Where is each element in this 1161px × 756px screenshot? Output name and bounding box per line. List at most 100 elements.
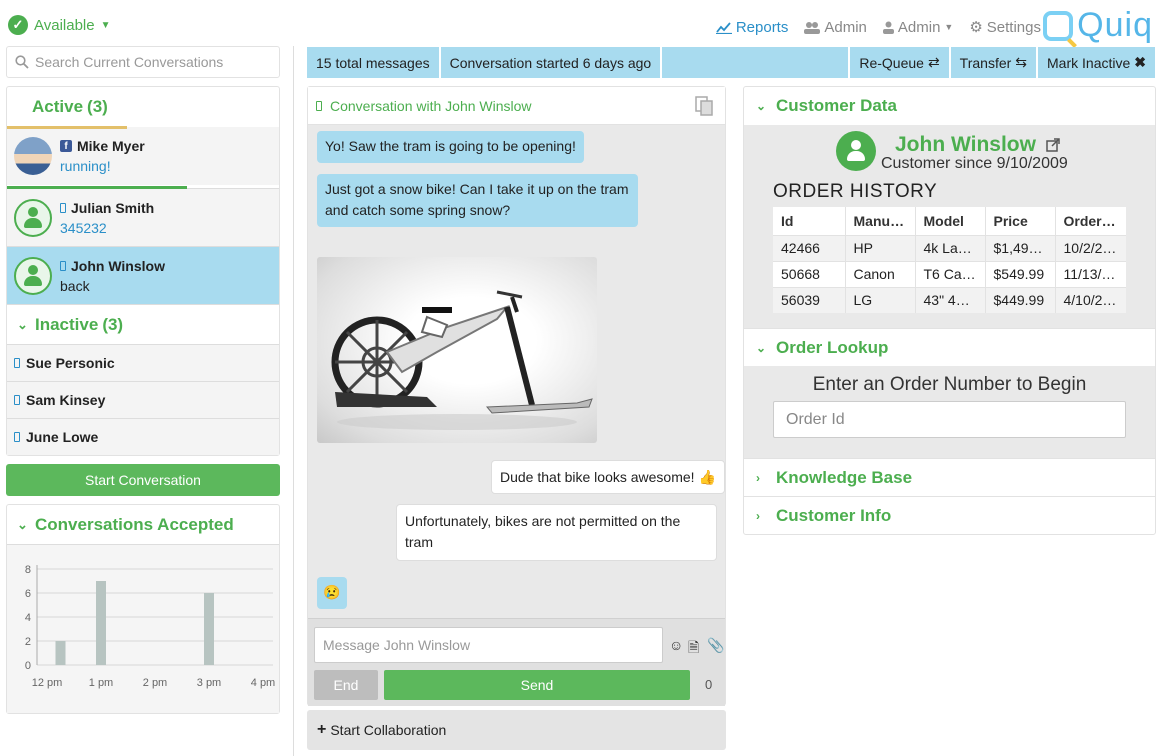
active-title: Active (32, 97, 84, 116)
x-tick-label: 2 pm (143, 677, 167, 689)
message-outgoing: Unfortunately, bikes are not permitted o… (396, 504, 717, 561)
table-cell: HP (845, 234, 916, 261)
transfer-button[interactable]: Transfer ⇆ (950, 47, 1037, 78)
availability-label: Available (34, 16, 95, 34)
conversation-header: Conversation with John Winslow (308, 87, 725, 125)
customer-name-link[interactable]: John Winslow (895, 133, 1060, 157)
plus-icon: + (317, 721, 327, 738)
active-section-header[interactable]: Active (3) (7, 87, 279, 127)
conversation-item-julian-smith[interactable]: Julian Smith 345232 (7, 186, 279, 246)
x-tick-label: 3 pm (197, 677, 221, 689)
chevron-down-icon: ⌄ (17, 316, 28, 332)
table-row[interactable]: 56039 LG 43" 4k … $449.99 4/10/2… (773, 286, 1126, 313)
nav-admin-user[interactable]: Admin ▼ (882, 19, 953, 36)
order-lookup-label: Enter an Order Number to Begin (812, 374, 1087, 395)
nav-settings[interactable]: ⚙ Settings (969, 18, 1041, 37)
chevron-right-icon: › (756, 508, 760, 523)
retweet-icon: ⇄ (927, 54, 940, 70)
bike-image[interactable] (317, 257, 597, 443)
inactive-item[interactable]: Sam Kinsey (7, 381, 279, 418)
chart-bar (96, 581, 106, 665)
mark-inactive-button[interactable]: Mark Inactive ✖ (1038, 47, 1155, 78)
conversation-preview: 345232 (60, 219, 107, 236)
bar-chart: 0 2 4 6 8 12 pm 1 pm 2 pm 3 pm 4 pm (25, 564, 275, 689)
chevron-right-icon: › (756, 470, 760, 485)
mobile-icon (60, 202, 66, 213)
nav-admin-label: Admin (824, 18, 867, 36)
y-tick-label: 6 (25, 588, 31, 600)
emoji-icon[interactable]: ☺ (669, 637, 683, 653)
message-input[interactable] (314, 627, 663, 663)
table-row[interactable]: 50668 Canon T6 Ca… $549.99 11/13/… (773, 260, 1126, 287)
caret-down-icon: ▼ (100, 19, 111, 31)
close-icon: ✖ (1134, 54, 1146, 70)
column-divider (293, 46, 294, 756)
customer-info-title: Customer Info (776, 505, 892, 525)
column-header[interactable]: Price (985, 207, 1056, 235)
chart-section-header[interactable]: ⌄ Conversations Accepted (7, 505, 279, 545)
order-id-input[interactable] (773, 401, 1126, 438)
start-conversation-button[interactable]: Start Conversation (6, 464, 280, 496)
send-button[interactable]: Send (384, 670, 690, 700)
start-collaboration-label: Start Collaboration (330, 722, 447, 738)
inactive-item[interactable]: Sue Personic (7, 344, 279, 381)
person-icon (21, 264, 45, 288)
customer-info-header[interactable]: › Customer Info (744, 496, 1155, 534)
exchange-icon: ⇆ (1015, 54, 1028, 70)
check-icon: ✓ (8, 15, 28, 35)
column-header[interactable]: OrderD… (1055, 207, 1126, 235)
table-row[interactable]: 42466 HP 4k Lap… $1,499… 10/2/2… (773, 234, 1126, 261)
x-tick-label: 12 pm (32, 677, 63, 689)
chart-area: 0 2 4 6 8 12 pm 1 pm 2 pm 3 pm 4 pm (7, 545, 279, 713)
requeue-button[interactable]: Re-Queue ⇄ (850, 47, 949, 78)
total-messages: 15 total messages (307, 47, 439, 78)
copy-icon[interactable] (695, 96, 713, 116)
start-collaboration-button[interactable]: + Start Collaboration (307, 710, 726, 750)
chart-icon (715, 21, 732, 34)
conversation-timer-bar (7, 186, 187, 189)
customer-data-header[interactable]: ⌄ Customer Data (744, 87, 1155, 125)
nav-admin-group[interactable]: Admin (804, 19, 867, 36)
order-lookup-title: Order Lookup (776, 337, 889, 357)
customer-sidebar: ⌄ Customer Data John Winslow Customer si… (743, 86, 1156, 535)
order-history-table: Id Manuf… Model Price OrderD… 42466 HP 4… (773, 207, 1126, 313)
availability-dropdown[interactable]: ✓ Available ▼ (8, 15, 111, 35)
nav-settings-label: Settings (986, 18, 1041, 36)
table-cell: $1,499… (985, 234, 1056, 261)
inactive-section-header[interactable]: ⌄ Inactive (3) (7, 304, 279, 344)
customer-name: John Winslow (895, 133, 1036, 156)
conversations-accepted-panel: ⌄ Conversations Accepted 0 2 4 6 8 12 pm 1 pm 2… (6, 504, 280, 714)
column-header[interactable]: Manuf… (845, 207, 916, 235)
chevron-down-icon: ⌄ (756, 340, 767, 355)
person-icon (844, 139, 868, 163)
search-box[interactable] (6, 46, 280, 78)
inactive-count: (3) (102, 314, 124, 334)
table-cell: 10/2/2… (1055, 234, 1126, 261)
table-cell: 4/10/2… (1055, 286, 1126, 313)
group-icon (804, 21, 821, 34)
gear-icon: ⚙ (969, 19, 983, 36)
column-header[interactable]: Id (773, 207, 846, 235)
conversation-item-john-winslow[interactable]: John Winslow back (7, 246, 279, 304)
mobile-icon (60, 260, 66, 271)
inactive-item[interactable]: June Lowe (7, 418, 279, 455)
order-lookup-header[interactable]: ⌄ Order Lookup (744, 328, 1155, 366)
conversation-preview: back (60, 277, 90, 294)
logo-mark (1043, 10, 1074, 41)
customer-data-title: Customer Data (776, 96, 897, 115)
nav-reports[interactable]: Reports (715, 19, 788, 36)
chevron-down-icon: ⌄ (756, 99, 767, 113)
column-header[interactable]: Model (915, 207, 986, 235)
table-header-row: Id Manuf… Model Price OrderD… (773, 207, 1126, 235)
mark-inactive-label: Mark Inactive (1047, 54, 1131, 71)
search-icon (15, 55, 29, 69)
knowledge-base-header[interactable]: › Knowledge Base (744, 458, 1155, 496)
conversation-item-mike-myer[interactable]: f Mike Myer running! (7, 126, 279, 185)
document-icon[interactable]: 🗎 (688, 637, 702, 655)
table-cell: 56039 (773, 286, 846, 313)
search-input[interactable] (35, 54, 271, 70)
end-button[interactable]: End (314, 670, 378, 700)
external-link-icon[interactable] (1046, 138, 1060, 152)
paperclip-icon[interactable]: 📎 (707, 637, 724, 653)
active-count: (3) (87, 97, 108, 116)
